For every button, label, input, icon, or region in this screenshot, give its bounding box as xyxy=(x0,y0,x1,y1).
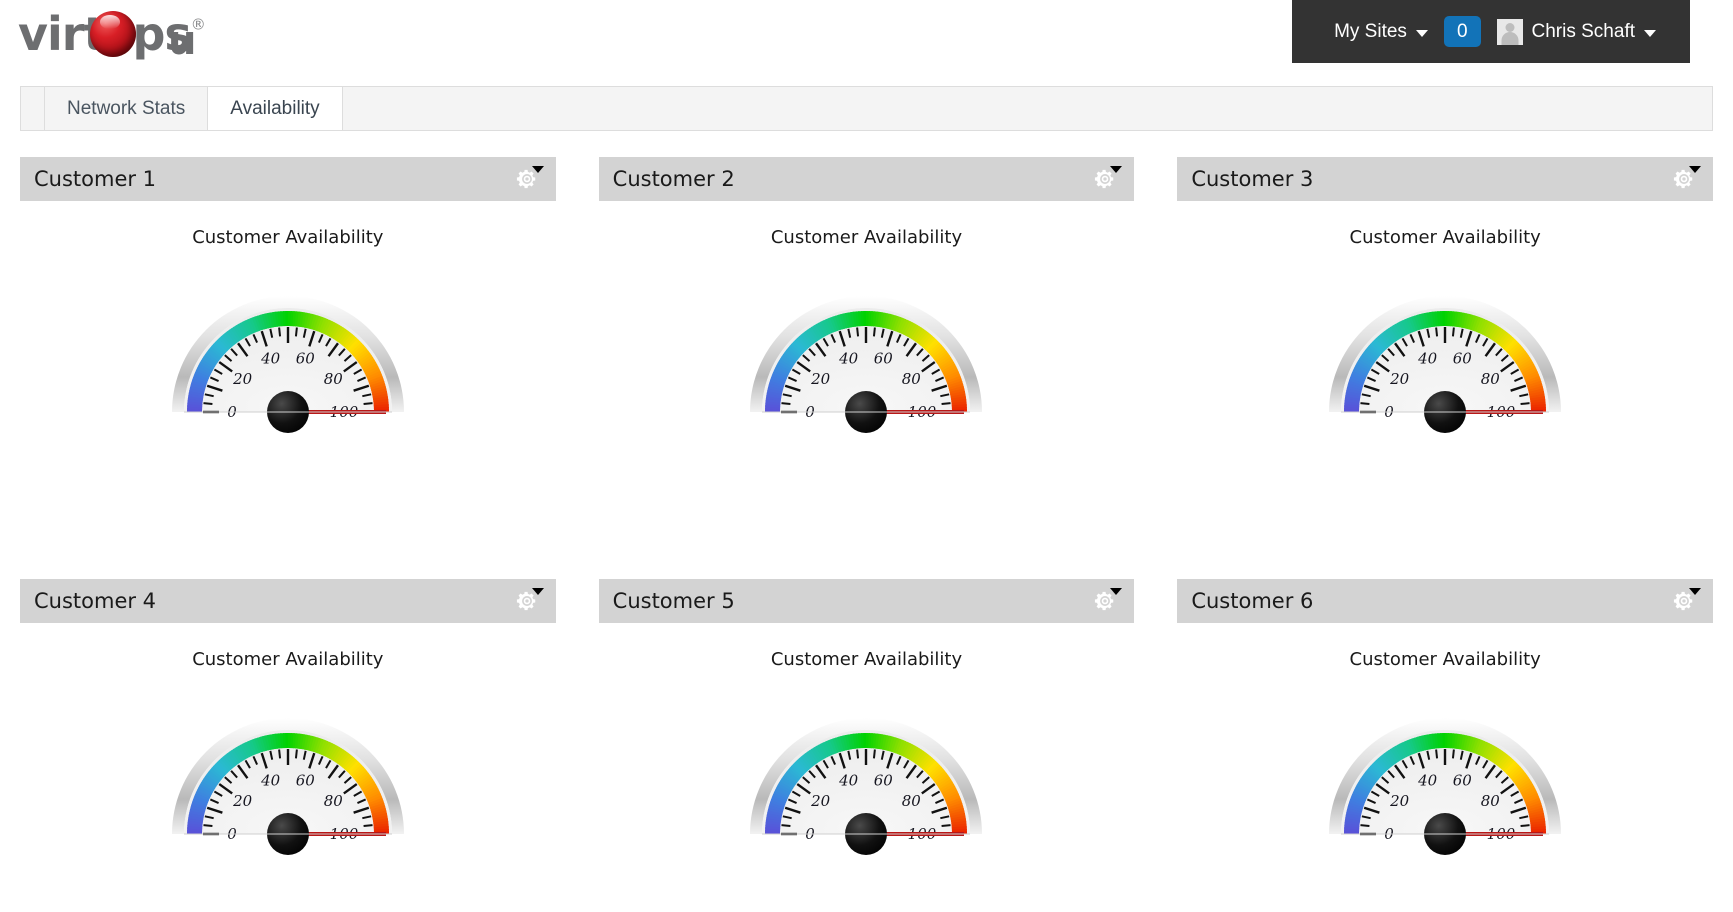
gauge-title: Customer Availability xyxy=(192,227,384,248)
panel-body: Customer Availability 0 20 40 60 80 100 xyxy=(20,623,556,912)
chevron-down-icon xyxy=(531,588,544,595)
svg-text:80: 80 xyxy=(1481,792,1501,810)
panel-body: Customer Availability 0 20 40 60 80 100 xyxy=(599,623,1135,912)
svg-text:20: 20 xyxy=(1389,370,1410,388)
customer-panel: Customer 4 Customer Availability 0 20 40 60 80… xyxy=(20,579,556,912)
gauge-title: Customer Availability xyxy=(192,649,384,670)
svg-text:40: 40 xyxy=(839,350,860,368)
customer-panel: Customer 1 Customer Availability 0 20 40 60 80… xyxy=(20,157,556,579)
notification-badge[interactable]: 0 xyxy=(1443,16,1481,47)
availability-gauge: 02040 6080100 xyxy=(171,296,404,433)
chevron-down-icon xyxy=(1110,588,1123,595)
my-sites-menu[interactable]: My Sites xyxy=(1318,0,1444,63)
panel-header: Customer 5 xyxy=(598,579,1135,623)
panel-settings-button[interactable] xyxy=(1669,588,1701,614)
gauge-title: Customer Availability xyxy=(770,649,963,670)
svg-text:40: 40 xyxy=(260,772,281,790)
availability-gauge: 02040 6080100 xyxy=(171,718,404,855)
panel-settings-button[interactable] xyxy=(1669,166,1701,192)
brand-logo[interactable]: virt ps® u xyxy=(18,4,206,64)
customer-panel: Customer 6 Customer Availability 0 20 40 60 80… xyxy=(1177,579,1713,912)
chevron-down-icon xyxy=(1110,166,1123,173)
svg-text:60: 60 xyxy=(1453,350,1473,368)
availability-gauge: 02040 6080100 xyxy=(1329,296,1562,433)
svg-text:20: 20 xyxy=(811,792,832,810)
svg-text:60: 60 xyxy=(874,350,894,368)
panel-header: Customer 3 xyxy=(1177,157,1713,201)
gauge-title: Customer Availability xyxy=(770,227,963,248)
panel-settings-button[interactable] xyxy=(1090,166,1123,192)
panel-title: Customer 2 xyxy=(612,167,735,191)
gauge-container: 0 20 40 60 80 100 xyxy=(1319,682,1571,864)
panel-title: Customer 3 xyxy=(1191,167,1314,191)
gauge-container: 0 20 40 60 80 100 xyxy=(162,682,414,864)
panel-header: Customer 2 xyxy=(598,157,1135,201)
user-menu[interactable]: Chris Schaft xyxy=(1481,0,1672,63)
tab-availability[interactable]: Availability xyxy=(208,87,343,130)
avatar xyxy=(1496,18,1523,45)
svg-text:20: 20 xyxy=(232,792,253,810)
panel-header: Customer 1 xyxy=(20,157,556,201)
svg-text:80: 80 xyxy=(324,370,344,388)
panel-settings-button[interactable] xyxy=(512,166,544,192)
svg-text:60: 60 xyxy=(296,350,316,368)
customer-panel: Customer 2 Customer Availability 0 20 40 60 80… xyxy=(598,157,1135,579)
svg-text:40: 40 xyxy=(1417,772,1438,790)
panel-header: Customer 6 xyxy=(1177,579,1713,623)
panel-body: Customer Availability 0 20 40 60 80 100 xyxy=(20,201,556,579)
svg-text:40: 40 xyxy=(1417,350,1438,368)
panel-header: Customer 4 xyxy=(20,579,556,623)
top-header: virt ps® u My Sites 0 Chris Schaft xyxy=(0,0,1733,64)
gauge-container: 0 20 40 60 80 100 xyxy=(740,260,992,442)
svg-text:60: 60 xyxy=(296,772,316,790)
gauge-container: 0 20 40 60 80 100 xyxy=(162,260,414,442)
panel-body: Customer Availability 0 20 40 60 80 100 xyxy=(599,201,1135,579)
panel-title: Customer 5 xyxy=(612,589,735,613)
chevron-down-icon xyxy=(1689,588,1701,595)
user-name-label: Chris Schaft xyxy=(1531,20,1635,42)
panel-settings-button[interactable] xyxy=(1090,588,1123,614)
availability-gauge: 02040 6080100 xyxy=(1329,718,1562,855)
svg-text:20: 20 xyxy=(232,370,253,388)
chevron-down-icon xyxy=(531,166,544,173)
svg-text:80: 80 xyxy=(902,370,922,388)
svg-text:80: 80 xyxy=(324,792,344,810)
my-sites-label: My Sites xyxy=(1334,20,1407,42)
chevron-down-icon xyxy=(1644,29,1656,37)
chevron-down-icon xyxy=(1415,29,1428,37)
panel-body: Customer Availability 0 20 40 60 80 100 xyxy=(1177,623,1713,912)
logo-sphere-icon xyxy=(90,10,137,57)
svg-text:60: 60 xyxy=(874,772,894,790)
svg-text:20: 20 xyxy=(1389,792,1410,810)
svg-text:80: 80 xyxy=(1481,370,1501,388)
dashboard-grid: Customer 1 Customer Availability 0 20 40 60 80… xyxy=(20,157,1713,912)
chevron-down-icon xyxy=(1689,166,1701,173)
panel-body: Customer Availability 0 20 40 60 80 100 xyxy=(1177,201,1713,579)
panel-title: Customer 4 xyxy=(34,589,157,613)
logo-u-letter: u xyxy=(168,18,197,64)
svg-text:20: 20 xyxy=(811,370,832,388)
panel-title: Customer 1 xyxy=(34,167,157,191)
customer-panel: Customer 3 Customer Availability 0 20 40 60 80… xyxy=(1177,157,1713,579)
panel-settings-button[interactable] xyxy=(512,588,544,614)
panel-title: Customer 6 xyxy=(1191,589,1314,613)
gauge-title: Customer Availability xyxy=(1349,227,1541,248)
svg-text:40: 40 xyxy=(260,350,281,368)
user-bar: My Sites 0 Chris Schaft xyxy=(1292,0,1690,63)
gauge-container: 0 20 40 60 80 100 xyxy=(740,682,992,864)
svg-text:40: 40 xyxy=(839,772,860,790)
svg-text:60: 60 xyxy=(1453,772,1473,790)
svg-text:80: 80 xyxy=(902,792,922,810)
availability-gauge: 02040 6080100 xyxy=(750,296,983,433)
tab-network-stats[interactable]: Network Stats xyxy=(44,87,209,130)
gauge-title: Customer Availability xyxy=(1349,649,1541,670)
gauge-container: 0 20 40 60 80 100 xyxy=(1319,260,1571,442)
tab-bar: Network Stats Availability xyxy=(20,86,1713,131)
availability-gauge: 02040 6080100 xyxy=(750,718,983,855)
customer-panel: Customer 5 Customer Availability 0 20 40 60 80… xyxy=(598,579,1135,912)
